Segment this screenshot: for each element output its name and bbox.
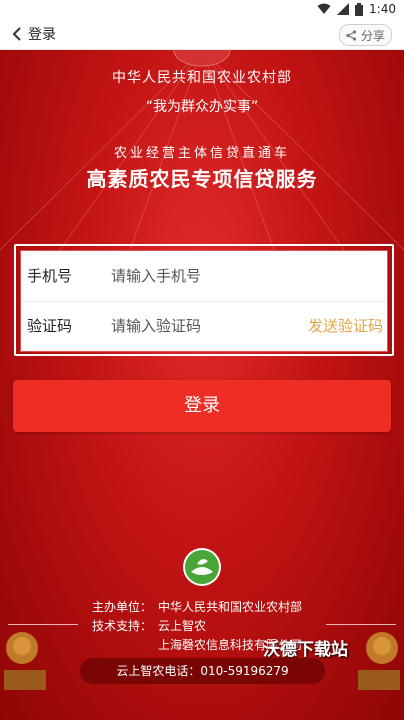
ministry-title: 中华人民共和国农业农村部 [112,70,292,86]
lion-statue-right-icon [358,632,400,690]
share-button[interactable]: 分享 [338,24,392,46]
wifi-icon [317,3,331,14]
login-button[interactable]: 登录 [13,380,391,432]
hotline: 云上智农电话：010-59196279 [80,658,325,684]
share-icon [346,29,357,41]
share-label: 分享 [360,28,385,43]
form-card: 手机号 验证码 发送验证码 [20,250,388,352]
leaf-logo-icon [185,550,219,584]
tech-label: 技术支持： [92,619,153,633]
code-label: 验证码 [27,317,73,335]
phone-label: 手机号 [27,267,73,285]
yunshang-logo [183,548,221,586]
nav-bar: 登录 分享 [0,20,404,50]
status-icons: 1:40 [317,2,396,16]
status-bar: 1:40 [0,0,404,20]
service-subtitle: 农业经营主体信贷直通车 [113,146,290,161]
hero-background: 中华人民共和国农业农村部 “我为群众办实事” 农业经营主体信贷直通车 高素质农民… [0,50,404,720]
back-button[interactable]: 登录 [12,24,56,44]
host-value: 中华人民共和国农业农村部 [158,600,303,614]
code-row: 验证码 发送验证码 [21,301,387,351]
battery-icon [355,2,364,16]
tech-value-1: 云上智农 [158,619,207,633]
back-label: 登录 [28,27,56,43]
slogan: “我为群众办实事” [145,99,259,115]
lion-statue-left-icon [4,632,46,690]
watermark: 沃德下载站 [263,640,348,660]
phone-input[interactable] [109,261,293,291]
service-title: 高素质农民专项信贷服务 [86,167,318,191]
host-label: 主办单位： [92,600,153,614]
send-code-button[interactable]: 发送验证码 [308,315,383,336]
status-time: 1:40 [369,2,396,16]
signal-icon [337,3,350,15]
emblem-icon [173,50,231,67]
chevron-left-icon [12,27,21,41]
login-form: 手机号 验证码 发送验证码 [14,244,394,356]
code-input[interactable] [109,311,293,341]
phone-row: 手机号 [21,251,387,302]
